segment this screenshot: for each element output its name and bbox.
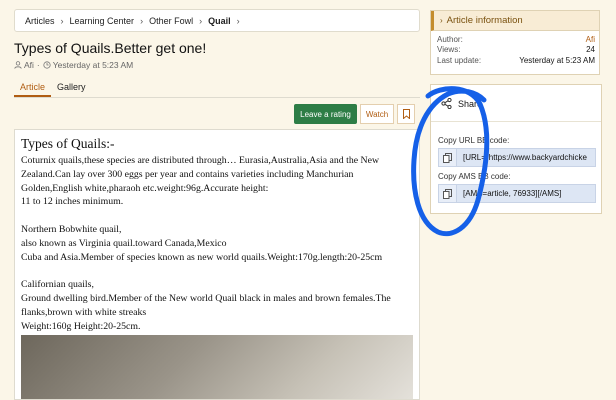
chevron-right-icon: › xyxy=(236,15,240,26)
chevron-right-icon: › xyxy=(440,16,443,25)
breadcrumb-learning-center[interactable]: Learning Center xyxy=(70,16,135,26)
body-line: flanks,brown with white streaks xyxy=(21,306,147,318)
body-line: also known as Virginia quail.toward Cana… xyxy=(21,237,227,249)
info-row-views: Views: 24 xyxy=(431,45,599,56)
copy-icon xyxy=(443,188,452,199)
url-bb-field[interactable]: [URL="https://www.backyardchicke xyxy=(438,148,596,167)
tab-gallery[interactable]: Gallery xyxy=(51,80,92,97)
share-button[interactable]: Share xyxy=(441,98,482,109)
share-icon xyxy=(441,98,452,109)
page-title: Types of Quails.Better get one! xyxy=(14,40,207,56)
url-bb-value: [URL="https://www.backyardchicke xyxy=(463,153,587,162)
author-link[interactable]: Afi xyxy=(24,60,34,70)
info-label: Views: xyxy=(437,45,461,55)
leave-rating-button[interactable]: Leave a rating xyxy=(294,104,357,124)
info-label: Author: xyxy=(437,34,463,44)
article-heading: Types of Quails:- xyxy=(21,136,115,151)
meta-separator: · xyxy=(36,60,40,70)
info-author-link[interactable]: Afi xyxy=(586,35,595,44)
ams-bb-field[interactable]: [AMS=article, 76933][/AMS] xyxy=(438,184,596,203)
info-row-author: Author: Afi xyxy=(431,34,599,45)
watch-button[interactable]: Watch xyxy=(360,104,394,124)
article-info-header[interactable]: › Article information xyxy=(431,11,599,31)
body-line: Northern Bobwhite quail, xyxy=(21,223,122,235)
copy-icon xyxy=(443,152,452,163)
article-info-box: › Article information Author: Afi Views:… xyxy=(430,10,600,75)
body-line: Californian quails, xyxy=(21,279,94,291)
post-date: Yesterday at 5:23 AM xyxy=(52,60,134,70)
info-label: Last update: xyxy=(437,55,482,65)
copy-url-button[interactable] xyxy=(439,149,457,166)
chevron-right-icon: › xyxy=(60,15,64,26)
breadcrumb: Articles › Learning Center › Other Fowl … xyxy=(14,9,420,32)
ams-bb-value: [AMS=article, 76933][/AMS] xyxy=(463,189,562,198)
copy-ams-button[interactable] xyxy=(439,185,457,202)
article-tabs: Article Gallery xyxy=(14,80,420,98)
body-line: 11 to 12 inches minimum. xyxy=(21,196,124,208)
share-title: Share xyxy=(458,98,483,109)
body-line: Cuba and Asia.Member of species known as… xyxy=(21,251,383,263)
tab-article[interactable]: Article xyxy=(14,80,52,97)
info-row-last-update: Last update: Yesterday at 5:23 AM xyxy=(431,55,599,66)
body-line: Golden,English white,pharaoh etc.weight:… xyxy=(21,182,269,194)
article-meta: Afi · Yesterday at 5:23 AM xyxy=(14,60,133,70)
breadcrumb-articles[interactable]: Articles xyxy=(25,16,55,26)
chevron-right-icon: › xyxy=(140,15,144,26)
share-box: Share Copy URL BB code: [URL="https://ww… xyxy=(430,84,602,214)
breadcrumb-quail[interactable]: Quail xyxy=(208,16,231,26)
bookmark-icon xyxy=(402,109,410,119)
clock-icon xyxy=(43,61,51,69)
quail-photo[interactable] xyxy=(21,335,413,399)
body-line: Coturnix quails,these species are distri… xyxy=(21,155,380,166)
article-info-title: Article information xyxy=(446,15,523,26)
breadcrumb-other-fowl[interactable]: Other Fowl xyxy=(149,16,193,26)
body-line: Weight:160g Height:20-25cm. xyxy=(21,320,141,332)
body-line: Zealand.Can lay over 300 eggs per year a… xyxy=(21,168,354,180)
body-line: Ground dwelling bird.Member of the New w… xyxy=(21,292,391,304)
info-views-value: 24 xyxy=(586,45,595,55)
chevron-right-icon: › xyxy=(199,15,203,26)
bookmark-button[interactable] xyxy=(397,104,415,124)
article-body: Types of Quails:- Coturnix quails,these … xyxy=(14,129,420,400)
info-last-update-value: Yesterday at 5:23 AM xyxy=(519,55,595,65)
ams-bb-label: Copy AMS BB code: xyxy=(438,172,511,181)
url-bb-label: Copy URL BB code: xyxy=(438,136,510,145)
user-icon xyxy=(14,61,22,69)
